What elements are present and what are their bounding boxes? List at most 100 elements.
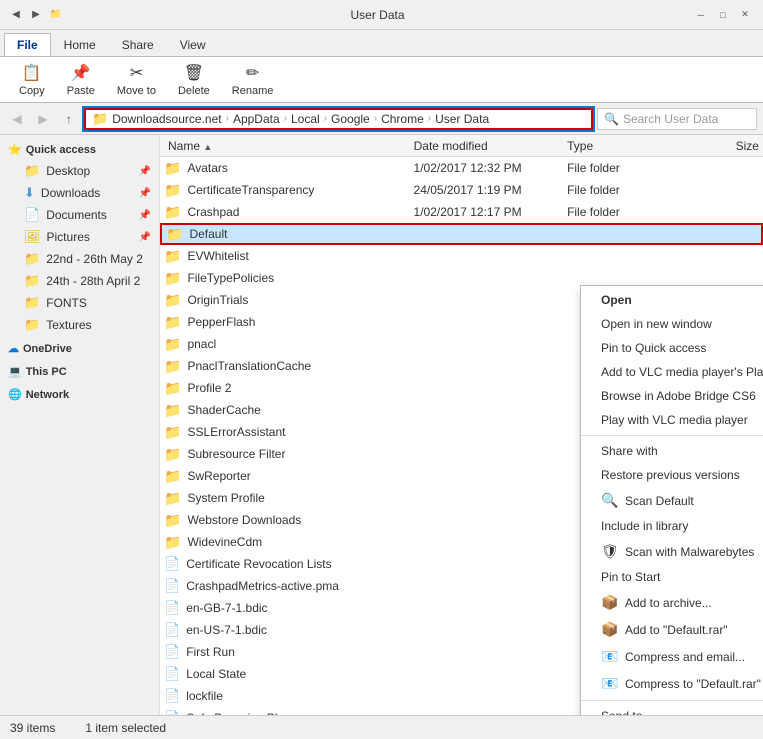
sidebar-item-downloads[interactable]: ⬇ Downloads 📌 (0, 182, 159, 204)
ribbon-copy-button[interactable]: 📋 Copy (10, 58, 54, 102)
sidebar-downloads-label: Downloads (41, 186, 100, 200)
maximize-button[interactable]: □ (713, 7, 733, 23)
sidebar-item-pictures[interactable]: 🖼 Pictures 📌 (0, 226, 159, 248)
ribbon-move-button[interactable]: ✂ Move to (108, 58, 165, 102)
search-box[interactable]: 🔍 Search User Data (597, 108, 757, 130)
ctx-item-add-archive[interactable]: 📦 Add to archive... (581, 589, 763, 616)
sidebar-header-thispc[interactable]: 💻 This PC (0, 361, 159, 382)
compress-rar-email-icon: 📧 (601, 675, 617, 692)
ctx-item-include-library[interactable]: Include in library › (581, 514, 763, 538)
folder-icon: 📁 (164, 446, 181, 463)
back-icon[interactable]: ◀ (8, 7, 24, 23)
sidebar-item-folder2[interactable]: 📁 24th - 28th April 2 (0, 270, 159, 292)
table-row[interactable]: 📁Crashpad 1/02/2017 12:17 PM File folder (160, 201, 763, 223)
ctx-item-share-with[interactable]: Share with › (581, 439, 763, 463)
col-header-type[interactable]: Type (567, 139, 682, 153)
sidebar-section-network: 🌐 Network (0, 384, 159, 405)
address-segment-4: Chrome (381, 112, 424, 126)
sidebar-section-thispc: 💻 This PC (0, 361, 159, 382)
ctx-item-add-rar[interactable]: 📦 Add to "Default.rar" (581, 616, 763, 643)
table-row[interactable]: 📁CertificateTransparency 24/05/2017 1:19… (160, 179, 763, 201)
sidebar-quickaccess-label: Quick access (26, 144, 96, 156)
tab-home[interactable]: Home (51, 33, 109, 56)
sidebar-item-folder1[interactable]: 📁 22nd - 26th May 2 (0, 248, 159, 270)
tab-file[interactable]: File (4, 33, 51, 56)
folder-icon: 📁 (164, 512, 181, 529)
search-placeholder: Search User Data (623, 112, 718, 126)
desktop-folder-icon: 📁 (24, 163, 40, 179)
folder-icon: 📁 (164, 248, 181, 265)
ctx-item-browse-bridge[interactable]: Browse in Adobe Bridge CS6 (581, 384, 763, 408)
file-icon: 📄 (164, 666, 180, 682)
ctx-item-restore-versions[interactable]: Restore previous versions (581, 463, 763, 487)
window-controls: ─ □ ✕ (691, 7, 755, 23)
sidebar-header-onedrive[interactable]: ☁ OneDrive (0, 338, 159, 359)
paste-icon: 📌 (71, 63, 91, 83)
sidebar-item-desktop[interactable]: 📁 Desktop 📌 (0, 160, 159, 182)
folder-icon: 📁 (164, 270, 181, 287)
ctx-item-play-vlc[interactable]: Play with VLC media player (581, 408, 763, 432)
table-row[interactable]: 📁Avatars 1/02/2017 12:32 PM File folder (160, 157, 763, 179)
tab-view[interactable]: View (167, 33, 219, 56)
col-header-date[interactable]: Date modified (414, 139, 568, 153)
forward-icon[interactable]: ▶ (28, 7, 44, 23)
tab-share[interactable]: Share (109, 33, 167, 56)
table-row[interactable]: 📁EVWhitelist (160, 245, 763, 267)
sidebar-header-network[interactable]: 🌐 Network (0, 384, 159, 405)
col-header-size[interactable]: Size (682, 139, 759, 153)
malwarebytes-icon: 🛡 (601, 543, 617, 560)
quickaccess-icon: ⭐ (8, 143, 22, 156)
sidebar-folder2-label: 24th - 28th April 2 (46, 274, 140, 288)
close-button[interactable]: ✕ (735, 7, 755, 23)
ctx-item-compress-rar-email[interactable]: 📧 Compress to "Default.rar" and email (581, 670, 763, 697)
ctx-item-pin-quickaccess[interactable]: Pin to Quick access (581, 336, 763, 360)
ctx-separator-1 (581, 435, 763, 436)
sidebar-fonts-label: FONTS (46, 296, 87, 310)
title-bar-icons: ◀ ▶ 📁 (8, 7, 64, 23)
sidebar-pictures-label: Pictures (47, 230, 90, 244)
address-bar: ◀ ▶ ↑ 📁 Downloadsource.net › AppData › L… (0, 103, 763, 135)
sidebar: ⭐ Quick access 📁 Desktop 📌 ⬇ Downloads 📌… (0, 135, 160, 715)
address-path[interactable]: 📁 Downloadsource.net › AppData › Local ›… (84, 108, 593, 130)
sidebar-thispc-label: This PC (26, 366, 67, 378)
nav-back-button[interactable]: ◀ (6, 108, 28, 130)
folder-icon: 📁 (164, 292, 181, 309)
ctx-item-send-to[interactable]: Send to › (581, 704, 763, 715)
ribbon-rename-button[interactable]: ✏ Rename (223, 58, 283, 102)
folder-icon: 📁 (164, 160, 181, 177)
file-icon: 📄 (164, 578, 180, 594)
sidebar-header-quickaccess[interactable]: ⭐ Quick access (0, 139, 159, 160)
scan-icon: 🔍 (601, 492, 617, 509)
ctx-item-pin-start[interactable]: Pin to Start (581, 565, 763, 589)
rar-icon: 📦 (601, 621, 617, 638)
address-segment-5: User Data (435, 112, 489, 126)
col-header-name[interactable]: Name ▲ (164, 139, 414, 153)
nav-forward-button[interactable]: ▶ (32, 108, 54, 130)
sidebar-item-fonts[interactable]: 📁 FONTS (0, 292, 159, 314)
ctx-item-open-new-window[interactable]: Open in new window (581, 312, 763, 336)
nav-up-button[interactable]: ↑ (58, 108, 80, 130)
folder-icon: 📁 (164, 534, 181, 551)
sidebar-item-textures[interactable]: 📁 Textures (0, 314, 159, 336)
sidebar-item-documents[interactable]: 📄 Documents 📌 (0, 204, 159, 226)
file-list-header: Name ▲ Date modified Type Size (160, 135, 763, 157)
address-segment-0: Downloadsource.net (112, 112, 221, 126)
ribbon-delete-button[interactable]: 🗑 Delete (169, 58, 219, 102)
ctx-item-scan-default[interactable]: 🔍 Scan Default (581, 487, 763, 514)
ctx-item-scan-malwarebytes[interactable]: 🛡 Scan with Malwarebytes (581, 538, 763, 565)
status-selected-count: 1 item selected (85, 721, 166, 735)
copy-icon: 📋 (22, 63, 42, 83)
onedrive-icon: ☁ (8, 342, 19, 355)
ctx-item-add-vlc-playlist[interactable]: Add to VLC media player's Playlist (581, 360, 763, 384)
table-row-default[interactable]: 📁Default (160, 223, 763, 245)
context-menu: Open Open in new window Pin to Quick acc… (580, 285, 763, 715)
ctx-item-compress-email[interactable]: 📧 Compress and email... (581, 643, 763, 670)
ctx-item-open[interactable]: Open (581, 288, 763, 312)
title-bar: ◀ ▶ 📁 User Data ─ □ ✕ (0, 0, 763, 30)
minimize-button[interactable]: ─ (691, 7, 711, 23)
ribbon-paste-button[interactable]: 📌 Paste (58, 58, 104, 102)
pictures-folder-icon: 🖼 (24, 229, 41, 245)
file-icon: 📄 (164, 556, 180, 572)
status-item-count: 39 items (10, 721, 55, 735)
ribbon-tabs: File Home Share View (0, 30, 763, 56)
